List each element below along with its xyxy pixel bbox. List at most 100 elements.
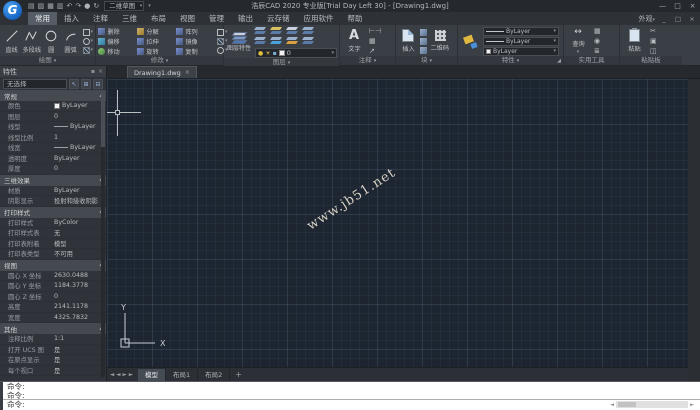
modify-tool-button[interactable]: 偏移	[98, 36, 137, 46]
color-select[interactable]: ByLayer ▾	[483, 47, 559, 56]
arc-button[interactable]: 圆弧	[61, 29, 81, 54]
ribbon-tab[interactable]: 管理	[202, 12, 231, 25]
hatch-button[interactable]: ▾	[83, 47, 94, 54]
section-header-view[interactable]: 视图▴	[0, 260, 106, 271]
property-row[interactable]: 打印表附着模型	[0, 239, 106, 250]
select-objects-button[interactable]: ⊟	[93, 79, 103, 89]
selection-dropdown[interactable]: 无选择	[3, 79, 67, 89]
save-icon[interactable]: ▦	[47, 1, 54, 11]
leader-button[interactable]: ↗	[369, 47, 381, 55]
doc-minimize-button[interactable]: _	[659, 15, 669, 23]
doc-close-button[interactable]: ×	[687, 15, 697, 23]
edit-block-button[interactable]	[420, 38, 427, 45]
modify-tool-button[interactable]: 复制	[176, 46, 215, 56]
open-folder-icon[interactable]: ▨	[38, 1, 45, 11]
id-point-button[interactable]: ◉	[594, 37, 601, 45]
close-icon[interactable]: ×	[185, 69, 190, 76]
polyline-button[interactable]: 多段线	[22, 29, 42, 54]
refresh-icon[interactable]: ↻	[93, 1, 99, 11]
paste-button[interactable]: 粘贴	[622, 29, 646, 53]
ribbon-tab[interactable]: 应用软件	[297, 12, 341, 25]
layer-tool-icon[interactable]	[255, 26, 267, 34]
pick-select-button[interactable]: ↖	[69, 79, 79, 89]
qat-more-button[interactable]: ▾	[148, 3, 151, 9]
insert-block-button[interactable]: 插入	[398, 29, 418, 53]
minimize-button[interactable]: —	[655, 0, 670, 12]
cut-button[interactable]: ✂	[650, 27, 657, 35]
properties-scrollbar[interactable]	[101, 92, 105, 377]
app-logo[interactable]: G	[3, 1, 22, 20]
property-row[interactable]: 图层0	[0, 112, 106, 123]
match-properties-button[interactable]	[460, 35, 480, 48]
layer-tool-icon[interactable]	[287, 26, 299, 34]
circle-button[interactable]: 圆	[41, 29, 61, 54]
layer-tool-icon[interactable]	[255, 36, 267, 44]
property-row[interactable]: 圆心 Y 坐标1184.3778	[0, 281, 106, 292]
layer-tool-icon[interactable]	[271, 26, 283, 34]
quick-select-button[interactable]: ⊞	[81, 79, 91, 89]
appearance-menu[interactable]: 外观▾	[638, 14, 655, 24]
property-row[interactable]: 圆心 X 坐标2630.0488	[0, 271, 106, 282]
ribbon-tab[interactable]: 布局	[144, 12, 173, 25]
property-row[interactable]: 在原点显示是	[0, 355, 106, 366]
layer-tool-icon[interactable]	[303, 26, 315, 34]
web-icon[interactable]: ●	[84, 1, 90, 11]
group-label-clipboard[interactable]: 粘贴板	[620, 56, 682, 65]
modify-tool-button[interactable]: 旋转	[137, 46, 176, 56]
list-button[interactable]: ≣	[594, 47, 601, 55]
command-input[interactable]: 命令:	[3, 400, 700, 410]
property-row[interactable]: 厚度0	[0, 164, 106, 175]
layer-tool-icon[interactable]	[303, 36, 315, 44]
dimension-button[interactable]: ⊢⊣	[369, 27, 381, 35]
scroll-right-icon[interactable]: ►	[688, 402, 696, 408]
ribbon-tab[interactable]: 视图	[173, 12, 202, 25]
property-row[interactable]: 线宽ByLayer	[0, 143, 106, 154]
ribbon-tab[interactable]: 插入	[57, 12, 86, 25]
layout-nav-arrow[interactable]: ◄	[110, 372, 114, 378]
ribbon-tab[interactable]: 三维	[115, 12, 144, 25]
layout-tab[interactable]: 模型	[138, 369, 166, 381]
property-row[interactable]: 材质ByLayer	[0, 186, 106, 197]
property-row[interactable]: 打印表类型不可用	[0, 249, 106, 260]
modify-tool-button[interactable]: 删除	[98, 26, 137, 36]
section-header-plotstyle[interactable]: 打印样式▴	[0, 207, 106, 218]
properties-palette-header[interactable]: 特性 ▪ ×	[0, 66, 106, 77]
property-row[interactable]: 高度2141.1178	[0, 302, 106, 313]
section-header-3d[interactable]: 三维效果▴	[0, 175, 106, 186]
modify-tool-button[interactable]: 分解	[137, 26, 176, 36]
pin-icon[interactable]: ▪	[91, 68, 95, 75]
group-label-modify[interactable]: 修改 ▾	[96, 56, 223, 65]
layer-select[interactable]: ● ☀ ▪ 0 ▾	[255, 48, 337, 58]
section-header-misc[interactable]: 其他▴	[0, 323, 106, 334]
layout-nav-arrow[interactable]: ◄	[116, 372, 120, 378]
layout-tab[interactable]: 布局1	[166, 369, 198, 381]
ribbon-tab[interactable]: 帮助	[341, 12, 370, 25]
add-layout-button[interactable]: +	[230, 370, 247, 379]
modify-tool-button[interactable]: 拉伸	[137, 36, 176, 46]
dialog-launcher-icon[interactable]: ◢	[557, 58, 561, 64]
property-row[interactable]: 圆心 Z 坐标0	[0, 292, 106, 303]
copy-clip-button[interactable]: ▣	[650, 37, 657, 45]
property-row[interactable]: 线型比例1	[0, 133, 106, 144]
close-icon[interactable]: ×	[98, 68, 103, 75]
command-scrollbar[interactable]: ◄ ►	[608, 401, 696, 408]
group-label-properties[interactable]: 特性 ▾	[458, 56, 563, 65]
undo-icon[interactable]: ↶	[67, 1, 73, 11]
modify-tool-button[interactable]: 镜像	[176, 36, 215, 46]
property-row[interactable]: 打印样式ByColor	[0, 218, 106, 229]
property-row[interactable]: 打印样式表无	[0, 228, 106, 239]
doc-restore-button[interactable]: □	[673, 15, 683, 23]
redo-icon[interactable]: ↷	[75, 1, 81, 11]
drawing-canvas[interactable]: www.jb51.net Y X	[107, 79, 688, 367]
modify-tool-button[interactable]: 阵列	[176, 26, 215, 36]
ribbon-tab[interactable]: 常用	[28, 12, 57, 25]
linetype-select[interactable]: ByLayer ▾	[483, 37, 559, 46]
layer-properties-button[interactable]: 图层特性	[226, 32, 252, 52]
text-button[interactable]: A 文字	[342, 29, 366, 53]
qrcode-button[interactable]: 二维码	[429, 30, 451, 52]
section-header-general[interactable]: 常规▴	[0, 90, 106, 101]
property-row[interactable]: 注释比例1:1	[0, 334, 106, 345]
group-label-draw[interactable]: 绘图 ▾	[0, 56, 95, 65]
property-row[interactable]: 宽度4325.7832	[0, 313, 106, 324]
workspace-select[interactable]: 二维草图 ▾	[104, 1, 144, 11]
